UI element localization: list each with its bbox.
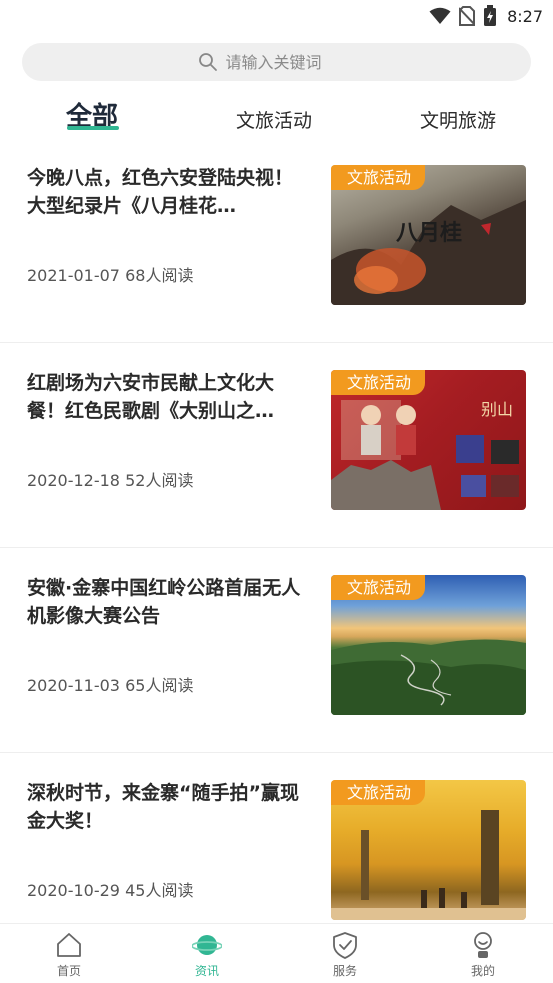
news-reads: 52人阅读 bbox=[125, 471, 194, 490]
category-tabs: 全部 文旅活动 文明旅游 bbox=[0, 92, 553, 142]
news-tag: 文旅活动 bbox=[331, 370, 426, 395]
news-item[interactable]: 安徽·金寨中国红岭公路首届无人机影像大赛公告 2020-11-03 65人阅读 … bbox=[0, 548, 553, 753]
news-date: 2020-12-18 bbox=[27, 471, 120, 490]
svg-text:八月桂: 八月桂 bbox=[396, 220, 462, 246]
news-title: 红剧场为六安市民献上文化大餐！红色民歌剧《大别山之… bbox=[27, 372, 275, 422]
news-meta: 2020-10-29 45人阅读 bbox=[27, 877, 193, 901]
news-thumbnail: 文旅活动 bbox=[331, 575, 526, 715]
search-bar[interactable] bbox=[22, 43, 531, 81]
home-icon bbox=[57, 933, 81, 957]
nav-home-label: 首页 bbox=[56, 964, 81, 978]
news-date: 2020-10-29 bbox=[27, 881, 120, 900]
search-icon bbox=[198, 53, 217, 71]
news-tag: 文旅活动 bbox=[331, 575, 426, 600]
user-icon bbox=[474, 932, 492, 958]
active-tab-indicator bbox=[67, 126, 119, 130]
news-reads: 68人阅读 bbox=[125, 266, 194, 285]
search-input[interactable] bbox=[225, 52, 356, 72]
news-meta: 2020-11-03 65人阅读 bbox=[27, 672, 193, 696]
news-reads: 45人阅读 bbox=[125, 881, 194, 900]
news-title: 安徽·金寨中国红岭公路首届无人机影像大赛公告 bbox=[27, 577, 301, 627]
tab-civilized-tourism[interactable]: 文明旅游 bbox=[420, 106, 496, 133]
status-icons: 8:27 bbox=[429, 5, 543, 27]
nav-home[interactable]: 首页 bbox=[29, 930, 109, 979]
status-bar: 8:27 bbox=[0, 0, 553, 32]
news-item[interactable]: 今晚八点，红色六安登陆央视！大型纪录片《八月桂花… 2021-01-07 68人… bbox=[0, 138, 553, 343]
nav-service[interactable]: 服务 bbox=[305, 930, 385, 979]
news-item[interactable]: 红剧场为六安市民献上文化大餐！红色民歌剧《大别山之… 2020-12-18 52… bbox=[0, 343, 553, 548]
planet-icon bbox=[192, 935, 222, 955]
news-tag: 文旅活动 bbox=[331, 780, 426, 805]
news-thumbnail: 文旅活动 bbox=[331, 780, 526, 920]
news-title: 今晚八点，红色六安登陆央视！大型纪录片《八月桂花… bbox=[27, 167, 294, 217]
nav-service-label: 服务 bbox=[332, 964, 357, 978]
news-meta: 2021-01-07 68人阅读 bbox=[27, 262, 193, 286]
news-reads: 65人阅读 bbox=[125, 676, 194, 695]
nav-news[interactable]: 资讯 bbox=[167, 930, 247, 979]
svg-text:别山: 别山 bbox=[481, 400, 513, 419]
news-title: 深秋时节，来金寨“随手拍”赢现金大奖！ bbox=[27, 782, 299, 832]
no-sim-icon bbox=[459, 6, 476, 26]
news-date: 2020-11-03 bbox=[27, 676, 120, 695]
tab-culture-tourism-activities[interactable]: 文旅活动 bbox=[236, 106, 312, 133]
wifi-icon bbox=[429, 7, 451, 24]
nav-news-label: 资讯 bbox=[194, 964, 219, 978]
bottom-nav: 首页 资讯 服务 我的 bbox=[0, 923, 553, 983]
nav-mine[interactable]: 我的 bbox=[443, 930, 523, 979]
news-tag: 文旅活动 bbox=[331, 165, 426, 190]
news-thumbnail: 八月桂 文旅活动 bbox=[331, 165, 526, 305]
news-list: 今晚八点，红色六安登陆央视！大型纪录片《八月桂花… 2021-01-07 68人… bbox=[0, 138, 553, 958]
nav-mine-label: 我的 bbox=[470, 964, 495, 978]
status-time: 8:27 bbox=[507, 6, 543, 26]
news-thumbnail: 别山 文旅活动 bbox=[331, 370, 526, 510]
battery-icon bbox=[484, 5, 497, 26]
news-meta: 2020-12-18 52人阅读 bbox=[27, 467, 193, 491]
news-date: 2021-01-07 bbox=[27, 266, 120, 285]
shield-check-icon bbox=[333, 932, 357, 959]
